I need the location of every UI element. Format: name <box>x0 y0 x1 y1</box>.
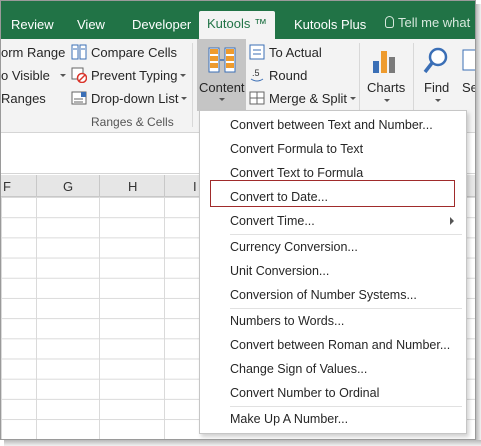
menu-item-label: Make Up A Number... <box>230 412 349 426</box>
ribbon-tab-bar: Review View Developer Kutools ™ Kutools … <box>1 1 475 39</box>
chevron-down-icon <box>350 97 357 100</box>
menu-item-convert-time[interactable]: Convert Time... <box>200 210 466 232</box>
window-shadow <box>4 440 481 446</box>
to-actual-icon <box>249 44 265 60</box>
excel-window: Review View Developer Kutools ™ Kutools … <box>0 0 476 440</box>
compare-cells-icon <box>71 44 87 60</box>
menu-item-convert-text-number[interactable]: Convert between Text and Number... <box>200 114 466 136</box>
content-label: Content <box>199 80 245 95</box>
menu-item-label: Convert Formula to Text <box>230 142 364 156</box>
compare-cells-button[interactable]: Compare Cells <box>91 45 177 60</box>
column-header-g[interactable]: G <box>63 179 73 194</box>
menu-item-label: Convert between Roman and Number... <box>230 338 451 352</box>
ranges-cells-group-label: Ranges & Cells <box>91 115 174 129</box>
menu-item-label: Convert between Text and Number... <box>230 118 433 132</box>
column-header-f[interactable]: F <box>3 179 11 194</box>
chevron-down-icon <box>180 74 187 77</box>
chevron-down-icon <box>59 74 66 77</box>
menu-item-convert-formula-to-text[interactable]: Convert Formula to Text <box>200 138 466 160</box>
menu-item-roman-number[interactable]: Convert between Roman and Number... <box>200 334 466 356</box>
grid-column-line <box>99 197 100 439</box>
grid-column-line <box>36 197 37 439</box>
chevron-down-icon <box>435 99 441 102</box>
tab-review[interactable]: Review <box>11 17 54 32</box>
svg-text:.5: .5 <box>252 68 260 78</box>
menu-item-label: Unit Conversion... <box>230 264 330 278</box>
dropdown-list-label: Drop-down List <box>91 91 179 106</box>
tell-me-search[interactable]: Tell me what <box>385 15 470 30</box>
menu-item-label: Convert Time... <box>230 214 315 228</box>
menu-item-currency-conversion[interactable]: Currency Conversion... <box>200 236 466 258</box>
prevent-typing-label: Prevent Typing <box>91 68 178 83</box>
grid-column-line <box>164 197 165 439</box>
find-button[interactable]: Find <box>424 80 449 95</box>
charts-icon <box>373 51 395 73</box>
menu-item-number-systems[interactable]: Conversion of Number Systems... <box>200 284 466 306</box>
chevron-down-icon <box>219 98 225 101</box>
merge-split-icon <box>249 91 265 105</box>
dropdown-list-icon <box>71 91 87 105</box>
column-separator <box>164 175 165 197</box>
tab-developer[interactable]: Developer <box>132 17 191 32</box>
menu-item-number-to-ordinal[interactable]: Convert Number to Ordinal <box>200 382 466 404</box>
select-icon <box>462 49 475 71</box>
to-visible-button[interactable]: o Visible <box>1 68 66 83</box>
form-range-button[interactable]: orm Range <box>1 45 65 60</box>
menu-item-label: Convert Text to Formula <box>230 166 364 180</box>
search-icon <box>423 47 448 74</box>
merge-split-button[interactable]: Merge & Split <box>269 91 357 106</box>
menu-item-unit-conversion[interactable]: Unit Conversion... <box>200 260 466 282</box>
content-dropdown-menu: Convert between Text and Number... Conve… <box>199 110 467 434</box>
merge-split-label: Merge & Split <box>269 91 348 106</box>
prevent-typing-button[interactable]: Prevent Typing <box>91 68 187 83</box>
menu-item-label: Currency Conversion... <box>230 240 358 254</box>
menu-item-label: Numbers to Words... <box>230 314 345 328</box>
select-button[interactable]: Se <box>462 80 475 95</box>
menu-item-change-sign[interactable]: Change Sign of Values... <box>200 358 466 380</box>
tell-me-label: Tell me what <box>398 15 471 30</box>
window-shadow <box>476 4 481 444</box>
to-visible-label: o Visible <box>1 68 50 83</box>
menu-item-label: Convert Number to Ordinal <box>230 386 380 400</box>
ribbon-divider <box>192 43 193 127</box>
ranges-button[interactable]: Ranges <box>1 91 46 106</box>
tab-view[interactable]: View <box>77 17 105 32</box>
content-icon <box>208 47 236 73</box>
column-header-i[interactable]: I <box>193 179 197 194</box>
round-icon: .5 <box>250 68 264 82</box>
chevron-down-icon <box>181 97 188 100</box>
tab-kutools-plus[interactable]: Kutools Plus <box>294 17 366 32</box>
submenu-arrow-icon <box>450 217 454 225</box>
tab-kutools[interactable]: Kutools ™ <box>199 11 275 39</box>
column-separator <box>36 175 37 197</box>
charts-button[interactable]: Charts <box>367 80 405 95</box>
menu-item-label: Conversion of Number Systems... <box>230 288 417 302</box>
content-button[interactable]: Content <box>197 39 246 111</box>
menu-separator <box>230 406 462 407</box>
column-header-h[interactable]: H <box>128 179 137 194</box>
to-actual-button[interactable]: To Actual <box>269 45 322 60</box>
lightbulb-icon <box>385 16 394 28</box>
menu-item-label: Change Sign of Values... <box>230 362 368 376</box>
chevron-down-icon <box>384 99 390 102</box>
round-button[interactable]: Round <box>269 68 307 83</box>
highlight-annotation <box>210 180 455 207</box>
column-separator <box>99 175 100 197</box>
menu-item-numbers-to-words[interactable]: Numbers to Words... <box>200 310 466 332</box>
menu-item-make-up-number[interactable]: Make Up A Number... <box>200 408 466 430</box>
menu-separator <box>230 308 462 309</box>
menu-separator <box>230 234 462 235</box>
dropdown-list-button[interactable]: Drop-down List <box>91 91 188 106</box>
prevent-typing-icon <box>71 67 87 83</box>
